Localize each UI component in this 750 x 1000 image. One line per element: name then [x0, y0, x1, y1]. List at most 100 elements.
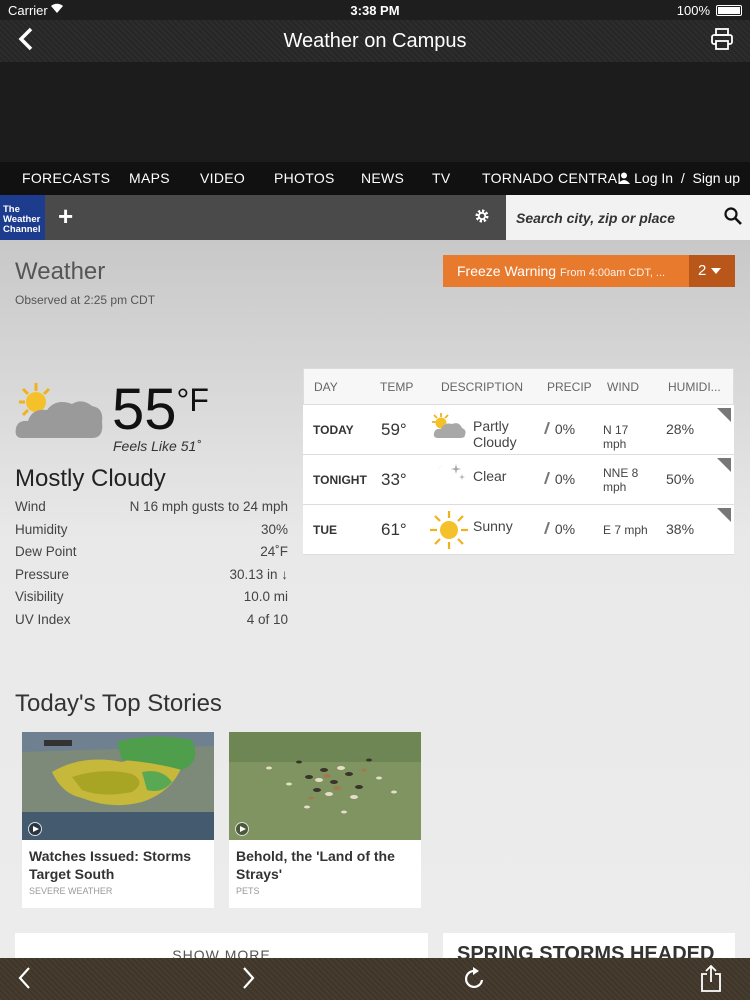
search-box — [506, 195, 750, 240]
share-icon[interactable] — [700, 964, 722, 992]
play-video-icon[interactable] — [28, 822, 42, 836]
detail-label: Wind — [15, 499, 46, 514]
row-temp: 59° — [381, 420, 407, 439]
story-title: Watches Issued: Storms Target South — [29, 848, 192, 882]
expand-corner-icon[interactable] — [717, 458, 731, 472]
nav-tv[interactable]: TV — [432, 170, 451, 186]
raindrop-icon — [544, 471, 550, 485]
story-category: SEVERE WEATHER — [29, 886, 113, 896]
story-title: Behold, the 'Land of the Strays' — [236, 848, 395, 882]
nav-video[interactable]: VIDEO — [200, 170, 245, 186]
story-card-strays[interactable]: Behold, the 'Land of the Strays' PETS — [229, 732, 421, 908]
alert-subtitle: From 4:00am CDT, ... — [559, 267, 666, 279]
row-day: TUE — [313, 523, 337, 537]
nav-forecasts[interactable]: FORECASTS — [22, 170, 110, 186]
nav-photos[interactable]: PHOTOS — [274, 170, 335, 186]
row-description: Sunny — [473, 518, 513, 534]
row-day: TODAY — [313, 423, 354, 437]
partly-cloudy-icon — [432, 413, 466, 438]
add-location-icon[interactable]: + — [58, 201, 73, 232]
login-link[interactable]: Log In — [634, 170, 673, 186]
gear-icon[interactable] — [474, 208, 490, 224]
row-humidity: 50% — [666, 471, 695, 487]
nav-maps[interactable]: MAPS — [129, 170, 170, 186]
precip-value: 0% — [554, 471, 576, 487]
detail-label: Pressure — [15, 566, 70, 582]
row-precip: 0% — [543, 521, 575, 537]
freeze-warning-alert[interactable]: Freeze Warning From 4:00am CDT, ... 2 — [443, 255, 735, 287]
row-day: TONIGHT — [313, 473, 367, 487]
detail-label: Humidity — [15, 521, 68, 537]
mostly-cloudy-icon — [15, 383, 103, 438]
browser-back-icon[interactable] — [18, 966, 32, 990]
expand-corner-icon[interactable] — [717, 408, 731, 422]
nav-news[interactable]: NEWS — [361, 170, 404, 186]
battery-icon — [716, 5, 742, 16]
browser-forward-icon[interactable] — [241, 966, 255, 990]
detail-value: 30% — [260, 521, 288, 537]
row-wind: NNE 8 mph — [603, 466, 639, 494]
observed-time: Observed at 2:25 pm CDT — [15, 293, 156, 307]
detail-row-wind: Wind N 16 mph gusts to 24 mph — [15, 499, 288, 522]
search-icon[interactable] — [724, 207, 742, 225]
app-nav-bar: Weather on Campus — [0, 20, 750, 62]
status-bar: Carrier 3:38 PM 100% — [0, 0, 750, 20]
row-humidity: 38% — [666, 521, 695, 537]
play-video-icon[interactable] — [235, 822, 249, 836]
raindrop-icon — [544, 521, 550, 535]
row-temp: 61° — [381, 520, 407, 539]
print-icon[interactable] — [710, 28, 734, 50]
weather-channel-logo[interactable]: The Weather Channel — [0, 195, 45, 240]
detail-value: 24˚F — [260, 544, 288, 559]
site-nav: FORECASTS MAPS VIDEO PHOTOS NEWS TV TORN… — [0, 162, 750, 195]
detail-value: N 16 mph gusts to 24 mph — [129, 499, 288, 514]
detail-row-uv-index: UV Index 4 of 10 — [15, 612, 288, 635]
story-category: PETS — [236, 886, 260, 896]
nav-tornado-central[interactable]: TORNADO CENTRAL — [482, 170, 625, 186]
user-icon — [618, 172, 631, 184]
main-content: Weather Observed at 2:25 pm CDT Freeze W… — [0, 240, 750, 958]
story-card-storms[interactable]: Watches Issued: Storms Target South SEVE… — [22, 732, 214, 908]
browser-toolbar — [0, 958, 750, 1000]
search-input[interactable] — [506, 195, 706, 240]
header-description: DESCRIPTION — [441, 380, 524, 394]
login-area: Log In / Sign up — [618, 170, 740, 186]
moon-icon — [435, 463, 465, 495]
row-temp: 33° — [381, 470, 407, 489]
dogs-field-image — [229, 732, 421, 840]
header-precip: PRECIP — [547, 380, 592, 394]
forecast-row-tue[interactable]: TUE 61° Sunny 0% E 7 mph 38% — [303, 505, 734, 555]
precip-value: 0% — [554, 421, 576, 437]
raindrop-icon — [544, 421, 550, 435]
forecast-header: DAY TEMP DESCRIPTION PRECIP WIND HUMIDI.… — [303, 368, 734, 405]
site-toolbar: The Weather Channel + — [0, 195, 750, 240]
forecast-row-today[interactable]: TODAY 59° Partly Cloudy 0% N 17 mph 28% — [303, 405, 734, 455]
header-humidity: HUMIDI... — [668, 380, 721, 394]
expand-corner-icon[interactable] — [717, 508, 731, 522]
row-description: Clear — [473, 468, 507, 484]
temp-unit: °F — [176, 382, 209, 418]
temp-value: 55 — [112, 377, 177, 442]
forecast-row-tonight[interactable]: TONIGHT 33° Clear 0% NNE 8 mph 50% — [303, 455, 734, 505]
reload-icon[interactable] — [464, 966, 486, 990]
signup-link[interactable]: Sign up — [693, 170, 740, 186]
detail-value: 30.13 in ↓ — [229, 566, 288, 582]
app-title: Weather on Campus — [283, 30, 467, 52]
alert-title: Freeze Warning — [457, 263, 557, 279]
ad-banner-area — [0, 62, 750, 162]
header-wind: WIND — [607, 380, 639, 394]
row-wind: E 7 mph — [603, 523, 648, 537]
current-temperature: 55°F — [112, 376, 209, 443]
detail-label: UV Index — [15, 611, 71, 627]
current-condition: Mostly Cloudy — [15, 465, 166, 492]
logo-line-3: Channel — [3, 224, 41, 235]
show-more-button[interactable]: SHOW MORE — [15, 933, 428, 958]
radar-map-image — [22, 732, 214, 840]
battery-percent: 100% — [676, 3, 710, 18]
alert-count-dropdown[interactable]: 2 — [689, 255, 735, 287]
story-thumbnail-radar-map — [22, 732, 214, 840]
story-thumbnail-dogs — [229, 732, 421, 840]
top-stories-heading: Today's Top Stories — [15, 690, 222, 717]
header-day: DAY — [314, 380, 338, 394]
weather-heading: Weather — [15, 258, 106, 285]
